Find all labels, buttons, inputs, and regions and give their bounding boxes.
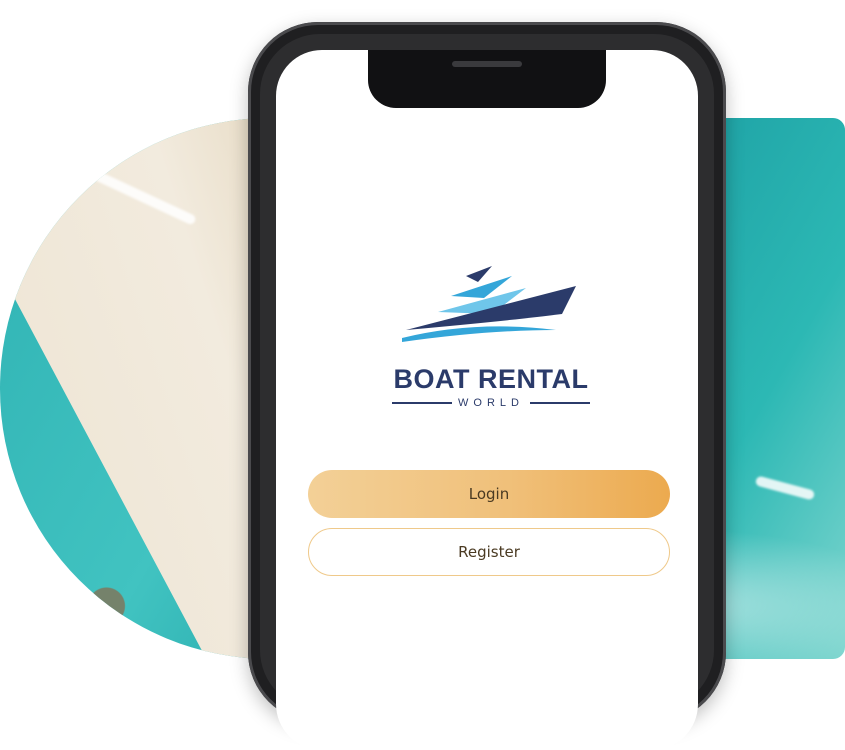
tagline-divider-right: [529, 402, 590, 404]
wave-foam: [754, 475, 816, 501]
tagline-divider-left: [392, 402, 453, 404]
app-screen: BOAT RENTAL WORLD Login Register: [276, 50, 698, 750]
phone-notch: [368, 50, 606, 108]
login-button[interactable]: Login: [308, 470, 670, 518]
brand-tagline-row: WORLD: [366, 396, 616, 410]
brand-logo: BOAT RENTAL WORLD: [366, 262, 616, 412]
brand-tagline: WORLD: [458, 397, 524, 409]
speaker-grille: [452, 61, 522, 67]
phone-mockup: BOAT RENTAL WORLD Login Register: [248, 22, 726, 750]
beach-vegetation: [0, 498, 210, 659]
boat-logo-icon: [402, 266, 576, 342]
brand-name: BOAT RENTAL: [393, 364, 589, 394]
register-button[interactable]: Register: [308, 528, 670, 576]
